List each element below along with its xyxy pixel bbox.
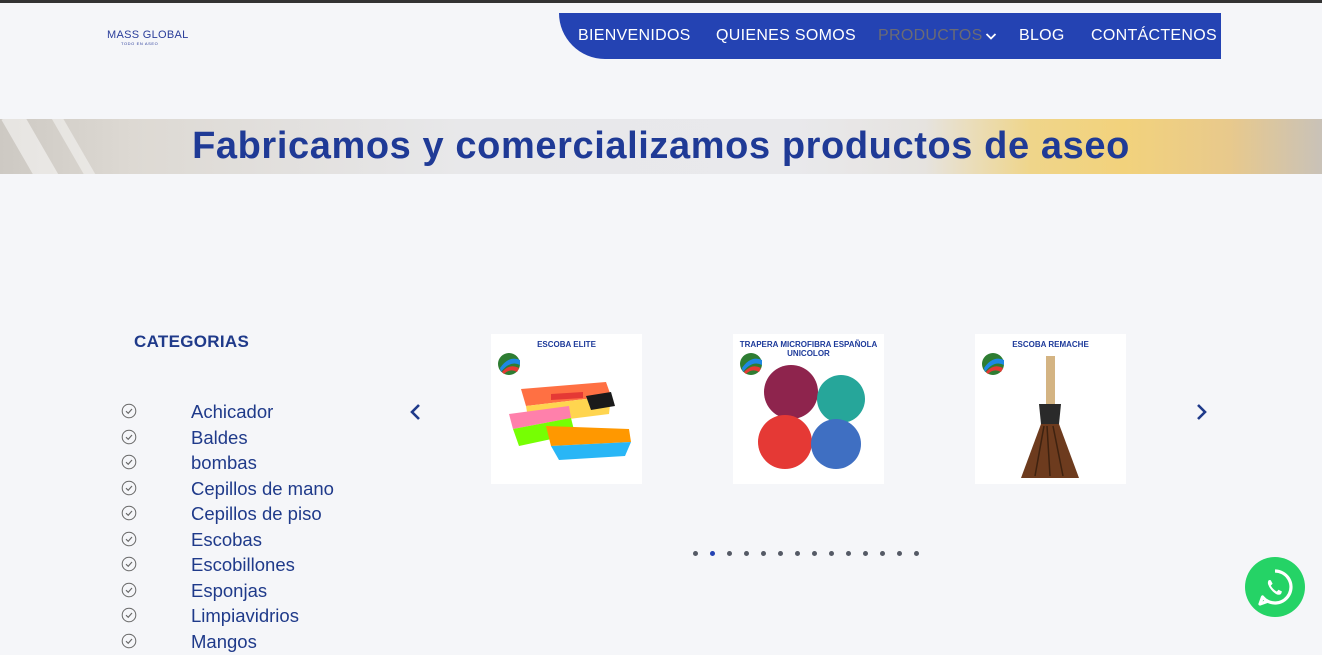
nav-item-productos[interactable]: PRODUCTOS	[878, 27, 997, 45]
site-logo[interactable]: MASS GLOBAL TODO EN ASEO	[107, 29, 187, 49]
chevron-down-icon	[985, 31, 997, 41]
logo-tagline: TODO EN ASEO	[107, 41, 187, 47]
whatsapp-button[interactable]	[1245, 557, 1305, 617]
product-card-escoba-remache[interactable]: ESCOBA REMACHE	[975, 334, 1126, 484]
category-item[interactable]: Cepillos de mano	[120, 477, 380, 503]
product-card-trapera-microfibra[interactable]: TRAPERA MICROFIBRA ESPAÑOLA UNICOLOR	[733, 334, 884, 484]
carousel-dot[interactable]	[829, 551, 834, 556]
main-nav: BIENVENIDOS QUIENES SOMOS PRODUCTOS BLOG…	[559, 13, 1221, 59]
category-label: Achicador	[191, 401, 273, 423]
category-item[interactable]: bombas	[120, 451, 380, 477]
logo-brand: MASS GLOBAL	[107, 29, 187, 41]
category-item[interactable]: Cepillos de piso	[120, 502, 380, 528]
carousel-dot[interactable]	[693, 551, 698, 556]
category-item[interactable]: Escobillones	[120, 553, 380, 579]
check-circle-icon	[121, 505, 137, 521]
check-circle-icon	[121, 582, 137, 598]
category-label: Escobillones	[191, 554, 295, 576]
category-label: Baldes	[191, 427, 248, 449]
category-item[interactable]: Esponjas	[120, 579, 380, 605]
category-item[interactable]: Mangos	[120, 630, 380, 655]
whatsapp-icon	[1245, 557, 1305, 617]
check-circle-icon	[121, 403, 137, 419]
category-item[interactable]: Baldes	[120, 426, 380, 452]
category-item[interactable]: Limpiavidrios	[120, 604, 380, 630]
check-circle-icon	[121, 531, 137, 547]
category-label: Mangos	[191, 631, 257, 653]
mop-heads-image	[733, 334, 884, 484]
check-circle-icon	[121, 480, 137, 496]
carousel-dot[interactable]	[744, 551, 749, 556]
top-border	[0, 0, 1322, 3]
category-label: Limpiavidrios	[191, 605, 299, 627]
category-label: Escobas	[191, 529, 262, 551]
category-label: bombas	[191, 452, 257, 474]
carousel-dot[interactable]	[710, 551, 715, 556]
check-circle-icon	[121, 429, 137, 445]
categories-list: Achicador Baldes bombas Cepillos de mano Cep…	[120, 400, 380, 655]
check-circle-icon	[121, 454, 137, 470]
nav-item-productos-label: PRODUCTOS	[878, 27, 983, 44]
category-item[interactable]: Achicador	[120, 400, 380, 426]
broom-heads-image	[491, 334, 642, 484]
nav-item-blog[interactable]: BLOG	[1019, 27, 1065, 45]
carousel-dot[interactable]	[880, 551, 885, 556]
carousel-dot[interactable]	[914, 551, 919, 556]
carousel-dot[interactable]	[761, 551, 766, 556]
product-card-escoba-elite[interactable]: ESCOBA ELITE	[491, 334, 642, 484]
hero-banner: Fabricamos y comercializamos productos d…	[0, 119, 1322, 174]
check-circle-icon	[121, 607, 137, 623]
broom-image	[975, 334, 1126, 484]
carousel-dot[interactable]	[727, 551, 732, 556]
banner-title: Fabricamos y comercializamos productos d…	[0, 125, 1322, 168]
carousel-dot[interactable]	[795, 551, 800, 556]
nav-item-contactenos[interactable]: CONTÁCTENOS	[1091, 27, 1217, 45]
chevron-left-icon[interactable]	[406, 401, 426, 423]
category-label: Cepillos de mano	[191, 478, 334, 500]
nav-item-bienvenidos[interactable]: BIENVENIDOS	[578, 27, 691, 45]
carousel-dot[interactable]	[863, 551, 868, 556]
category-label: Esponjas	[191, 580, 267, 602]
carousel-dot[interactable]	[846, 551, 851, 556]
chevron-right-icon[interactable]	[1191, 401, 1211, 423]
carousel-dot[interactable]	[897, 551, 902, 556]
check-circle-icon	[121, 556, 137, 572]
carousel-dot[interactable]	[812, 551, 817, 556]
categories-title: CATEGORIAS	[134, 332, 249, 352]
carousel-dot[interactable]	[778, 551, 783, 556]
nav-item-quienes-somos[interactable]: QUIENES SOMOS	[716, 27, 856, 45]
category-item[interactable]: Escobas	[120, 528, 380, 554]
category-label: Cepillos de piso	[191, 503, 322, 525]
